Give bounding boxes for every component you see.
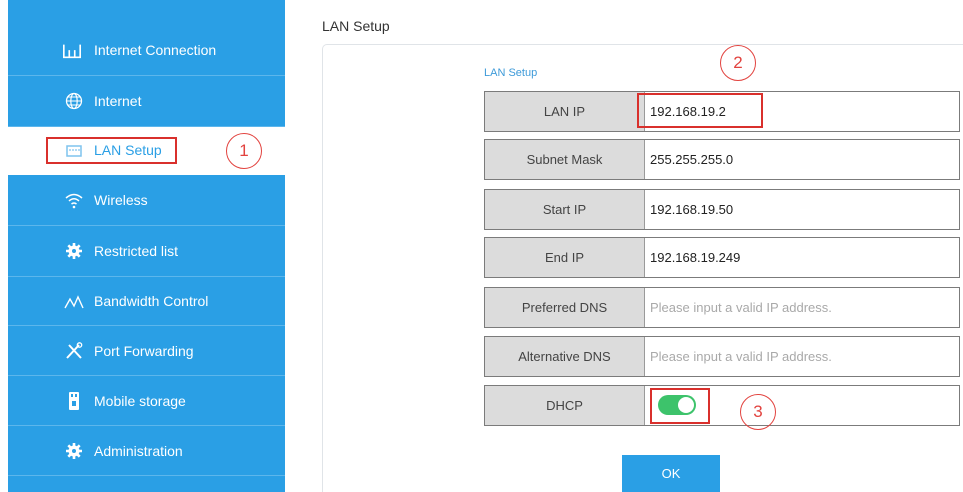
preferred-dns-input[interactable] — [650, 296, 950, 318]
start-ip-label: Start IP — [485, 190, 645, 229]
end-ip-row: End IP — [484, 237, 960, 278]
wifi-icon — [64, 190, 84, 210]
dhcp-row: DHCP — [484, 385, 960, 426]
dhcp-label: DHCP — [485, 386, 645, 425]
sidebar-item-label: Internet — [94, 93, 142, 109]
ok-button[interactable]: OK — [622, 455, 720, 492]
section-label: LAN Setup — [484, 67, 538, 79]
sidebar-item-label: Internet Connection — [94, 42, 217, 58]
highlight-box-lan-ip — [637, 93, 763, 128]
sidebar-item-restricted-list[interactable]: Restricted list — [8, 226, 285, 277]
alternative-dns-row: Alternative DNS — [484, 336, 960, 377]
storage-icon — [64, 391, 84, 411]
bandwidth-icon — [64, 292, 84, 312]
sidebar-item-label: Wireless — [94, 192, 148, 208]
sidebar-item-internet[interactable]: Internet — [8, 76, 285, 127]
end-ip-label: End IP — [485, 238, 645, 277]
sidebar-item-label: Bandwidth Control — [94, 293, 209, 309]
subnet-mask-input[interactable] — [650, 148, 950, 170]
start-ip-input[interactable] — [650, 198, 950, 220]
network-icon — [62, 41, 82, 61]
sidebar-item-administration[interactable]: Administration — [8, 426, 285, 476]
sidebar-item-mobile-storage[interactable]: Mobile storage — [8, 376, 285, 426]
alternative-dns-input[interactable] — [650, 345, 950, 367]
alternative-dns-label: Alternative DNS — [485, 337, 645, 376]
step-marker-1: 1 — [226, 133, 262, 169]
start-ip-row: Start IP — [484, 189, 960, 230]
sidebar-item-internet-connection[interactable]: Internet Connection — [8, 0, 285, 76]
highlight-box-lan-setup — [46, 137, 177, 164]
sidebar-item-port-forwarding[interactable]: Port Forwarding — [8, 326, 285, 376]
globe-icon — [64, 91, 84, 111]
page-title: LAN Setup — [322, 18, 390, 34]
sidebar-item-label: Mobile storage — [94, 393, 186, 409]
gear-icon — [64, 441, 84, 461]
subnet-mask-row: Subnet Mask — [484, 139, 960, 180]
sidebar-item-bandwidth-control[interactable]: Bandwidth Control — [8, 277, 285, 326]
sidebar-item-label: Administration — [94, 443, 183, 459]
router-admin-page: Internet Connection Internet LAN Setup W… — [0, 0, 963, 492]
sidebar-item-label: Restricted list — [94, 243, 179, 259]
sidebar-item-label: Port Forwarding — [94, 343, 194, 359]
lan-ip-label: LAN IP — [485, 92, 645, 131]
end-ip-input[interactable] — [650, 246, 950, 268]
sidebar: Internet Connection Internet LAN Setup W… — [8, 0, 285, 492]
step-marker-2: 2 — [720, 45, 756, 81]
subnet-mask-label: Subnet Mask — [485, 140, 645, 179]
tools-icon — [64, 341, 84, 361]
step-marker-3: 3 — [740, 394, 776, 430]
highlight-box-dhcp — [650, 388, 710, 424]
sidebar-item-wireless[interactable]: Wireless — [8, 175, 285, 226]
gear-icon — [64, 241, 84, 261]
preferred-dns-label: Preferred DNS — [485, 288, 645, 327]
preferred-dns-row: Preferred DNS — [484, 287, 960, 328]
